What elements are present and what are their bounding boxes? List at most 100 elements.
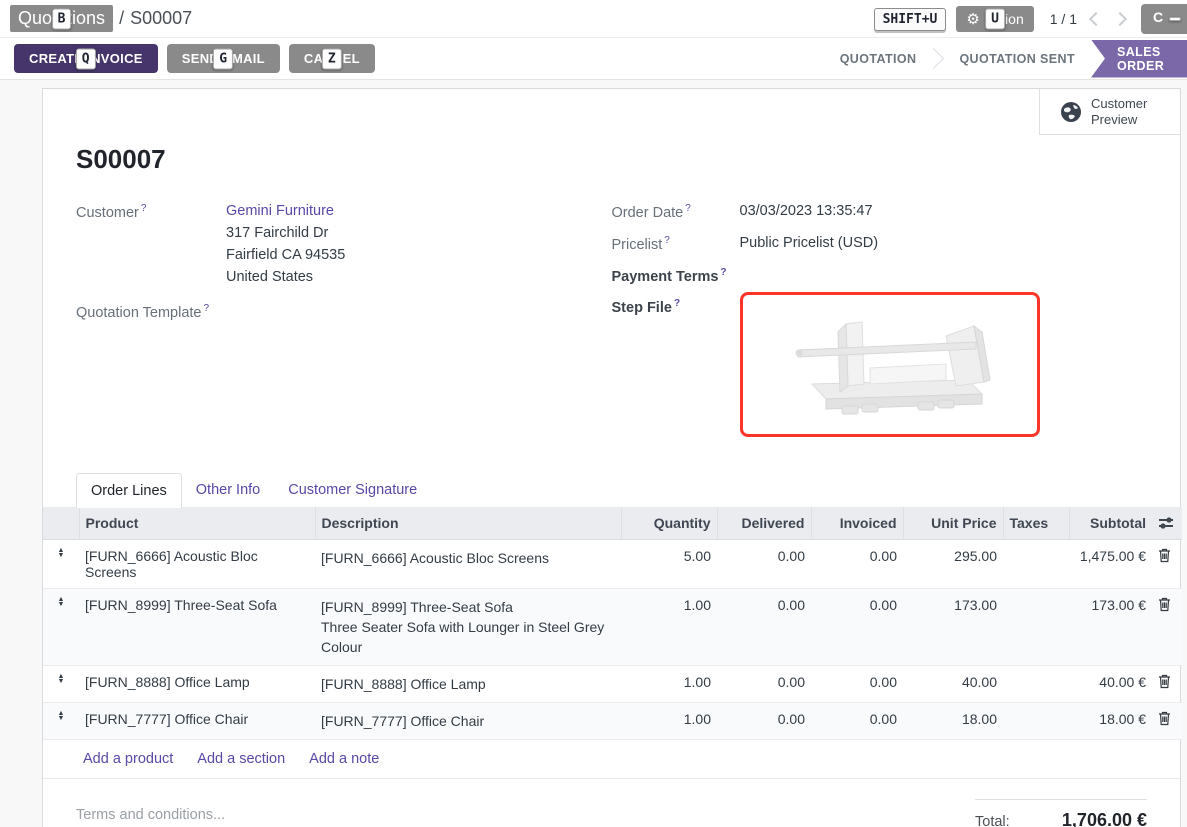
breadcrumb-parent-link[interactable]: Quotations B	[10, 5, 113, 32]
cell-product[interactable]: [FURN_8888] Office Lamp	[79, 666, 315, 703]
field-pricelist: Pricelist? Public Pricelist (USD)	[612, 235, 1148, 253]
cell-invoiced[interactable]: 0.00	[811, 589, 903, 666]
table-row[interactable]: ▲▼ [FURN_6666] Acoustic Bloc Screens [FU…	[43, 540, 1182, 589]
add-section-link[interactable]: Add a section	[197, 751, 285, 767]
table-row[interactable]: ▲▼ [FURN_8999] Three-Seat Sofa [FURN_899…	[43, 589, 1182, 666]
cell-quantity[interactable]: 1.00	[621, 666, 717, 703]
column-header-description[interactable]: Description	[315, 507, 621, 540]
cell-invoiced[interactable]: 0.00	[811, 703, 903, 740]
status-step-quotation[interactable]: QUOTATION	[824, 40, 933, 78]
cell-quantity[interactable]: 1.00	[621, 589, 717, 666]
pager-previous-icon[interactable]	[1089, 12, 1103, 26]
cell-quantity[interactable]: 5.00	[621, 540, 717, 589]
delete-row-icon[interactable]	[1152, 589, 1182, 666]
cell-delivered[interactable]: 0.00	[717, 540, 811, 589]
payment-terms-field-label: Payment Terms?	[612, 267, 740, 285]
column-header-unit-price[interactable]: Unit Price	[903, 507, 1003, 540]
drag-handle-icon[interactable]: ▲▼	[43, 703, 79, 740]
action-menu-button[interactable]: ⚙ Action U	[956, 6, 1033, 32]
drag-handle-icon[interactable]: ▲▼	[43, 540, 79, 589]
table-row[interactable]: ▲▼ [FURN_8888] Office Lamp [FURN_8888] O…	[43, 666, 1182, 703]
record-pager: 1 / 1	[1050, 11, 1125, 27]
add-note-link[interactable]: Add a note	[309, 751, 379, 767]
column-header-invoiced[interactable]: Invoiced	[811, 507, 903, 540]
keyboard-hint-b: B	[52, 8, 72, 29]
step-file-3d-preview	[750, 302, 1030, 427]
cell-delivered[interactable]: 0.00	[717, 703, 811, 740]
address-line: Fairfield CA 94535	[226, 247, 345, 263]
cell-taxes[interactable]	[1003, 589, 1069, 666]
help-icon: ?	[720, 267, 726, 278]
tab-other-info[interactable]: Other Info	[182, 473, 274, 507]
table-footer-links: Add a product Add a section Add a note	[43, 740, 1180, 779]
drag-handle-icon[interactable]: ▲▼	[43, 666, 79, 703]
order-lines-table: Product Description Quantity Delivered I…	[43, 507, 1182, 740]
cancel-button[interactable]: CANCEL Z	[289, 44, 375, 73]
add-product-link[interactable]: Add a product	[83, 751, 173, 767]
cell-quantity[interactable]: 1.00	[621, 703, 717, 740]
cell-invoiced[interactable]: 0.00	[811, 540, 903, 589]
status-step-sales-order[interactable]: SALES ORDER	[1091, 40, 1187, 78]
create-invoice-button[interactable]: CREATE INVOICE Q	[14, 44, 158, 73]
cell-description[interactable]: [FURN_6666] Acoustic Bloc Screens	[315, 540, 621, 589]
tab-order-lines[interactable]: Order Lines	[76, 473, 182, 508]
order-date-field-label: Order Date?	[612, 203, 740, 221]
keyboard-hint-g: G	[213, 48, 233, 69]
column-header-quantity[interactable]: Quantity	[621, 507, 717, 540]
delete-row-icon[interactable]	[1152, 666, 1182, 703]
cell-description[interactable]: [FURN_8999] Three-Seat Sofa Three Seater…	[315, 589, 621, 666]
customer-label-text: Customer	[76, 205, 139, 221]
column-header-subtotal[interactable]: Subtotal	[1069, 507, 1152, 540]
cell-description[interactable]: [FURN_8888] Office Lamp	[315, 666, 621, 703]
cell-taxes[interactable]	[1003, 540, 1069, 589]
handle-column-header	[43, 507, 79, 540]
cell-taxes[interactable]	[1003, 703, 1069, 740]
cell-unit-price[interactable]: 173.00	[903, 589, 1003, 666]
cell-product[interactable]: [FURN_6666] Acoustic Bloc Screens	[79, 540, 315, 589]
customer-preview-button[interactable]: Customer Preview	[1039, 89, 1180, 135]
tab-customer-signature[interactable]: Customer Signature	[274, 473, 431, 507]
optional-columns-icon[interactable]	[1158, 516, 1174, 530]
clipped-right-button-label: C	[1153, 9, 1163, 25]
order-date-value[interactable]: 03/03/2023 13:35:47	[740, 203, 873, 221]
help-icon: ?	[141, 203, 147, 214]
cell-delivered[interactable]: 0.00	[717, 666, 811, 703]
cell-product[interactable]: [FURN_7777] Office Chair	[79, 703, 315, 740]
column-header-product[interactable]: Product	[79, 507, 315, 540]
cell-product[interactable]: [FURN_8999] Three-Seat Sofa	[79, 589, 315, 666]
keyboard-hint-clipped	[1169, 17, 1181, 21]
status-bar: QUOTATION QUOTATION SENT SALES ORDER	[824, 38, 1187, 80]
clipped-right-button[interactable]: C	[1141, 4, 1187, 34]
column-header-delivered[interactable]: Delivered	[717, 507, 811, 540]
cell-unit-price[interactable]: 295.00	[903, 540, 1003, 589]
table-row[interactable]: ▲▼ [FURN_7777] Office Chair [FURN_7777] …	[43, 703, 1182, 740]
field-step-file: Step File?	[612, 298, 1148, 437]
notebook-tabs: Order Lines Other Info Customer Signatur…	[43, 472, 1180, 507]
step-file-image-frame[interactable]	[740, 292, 1040, 437]
delete-row-icon[interactable]	[1152, 540, 1182, 589]
cell-subtotal: 1,475.00 €	[1069, 540, 1152, 589]
cell-taxes[interactable]	[1003, 666, 1069, 703]
field-quotation-template[interactable]: Quotation Template?	[76, 303, 612, 321]
delete-row-icon[interactable]	[1152, 703, 1182, 740]
keyboard-hint-z: Z	[322, 48, 342, 69]
cell-delivered[interactable]: 0.00	[717, 589, 811, 666]
column-header-taxes[interactable]: Taxes	[1003, 507, 1069, 540]
cell-unit-price[interactable]: 18.00	[903, 703, 1003, 740]
cell-unit-price[interactable]: 40.00	[903, 666, 1003, 703]
drag-handle-icon[interactable]: ▲▼	[43, 589, 79, 666]
total-label: Total:	[975, 814, 1010, 827]
customer-link[interactable]: Gemini Furniture	[226, 203, 334, 219]
cell-description[interactable]: [FURN_7777] Office Chair	[315, 703, 621, 740]
pricelist-field-label: Pricelist?	[612, 235, 740, 253]
send-email-button[interactable]: SEND EMAIL G	[167, 44, 280, 73]
quotation-template-label-text: Quotation Template	[76, 305, 201, 321]
pager-next-icon[interactable]	[1113, 12, 1127, 26]
cell-invoiced[interactable]: 0.00	[811, 666, 903, 703]
cell-subtotal: 40.00 €	[1069, 666, 1152, 703]
terms-and-conditions-input[interactable]: Terms and conditions...	[76, 807, 225, 827]
breadcrumb-current: S00007	[130, 8, 192, 29]
payment-terms-label-text: Payment Terms	[612, 268, 719, 284]
pricelist-value[interactable]: Public Pricelist (USD)	[740, 235, 879, 253]
status-step-quotation-sent[interactable]: QUOTATION SENT	[943, 40, 1091, 78]
